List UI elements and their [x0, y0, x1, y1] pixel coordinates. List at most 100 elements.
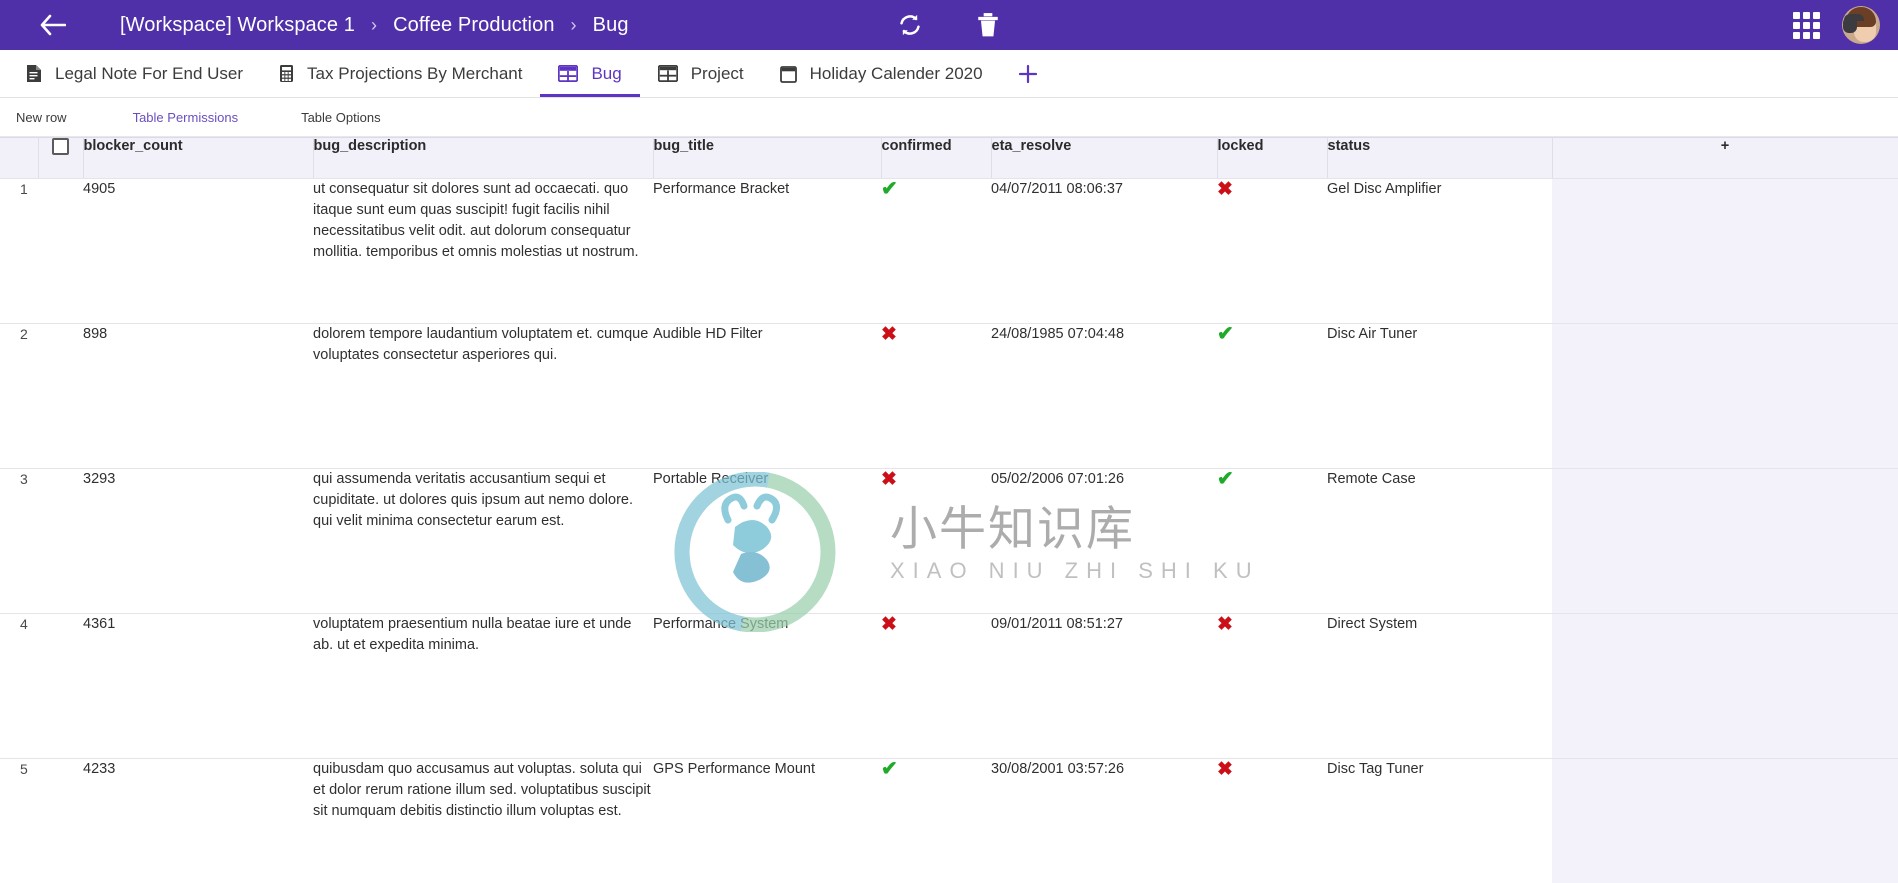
- cell-row-tail: [1552, 323, 1898, 469]
- refresh-icon: [900, 14, 920, 36]
- row-select-cell[interactable]: [38, 758, 83, 883]
- table-row[interactable]: 4 4361 voluptatem praesentium nulla beatae…: [0, 613, 1898, 759]
- row-number: 5: [0, 758, 38, 883]
- column-header-blocker-count[interactable]: blocker_count: [83, 137, 314, 179]
- row-number: 4: [0, 613, 38, 759]
- row-select-cell[interactable]: [38, 468, 83, 614]
- tab-holiday-calender-2020[interactable]: Holiday Calender 2020: [762, 50, 1001, 97]
- delete-button[interactable]: [971, 8, 1005, 42]
- refresh-button[interactable]: [893, 8, 927, 42]
- cell-status[interactable]: Disc Air Tuner: [1327, 323, 1552, 469]
- cell-confirmed[interactable]: ✖: [881, 468, 991, 614]
- breadcrumb: [Workspace] Workspace 1 › Coffee Product…: [120, 14, 629, 37]
- breadcrumb-item-project[interactable]: Coffee Production: [393, 14, 554, 37]
- cell-status[interactable]: Gel Disc Amplifier: [1327, 178, 1552, 324]
- table-permissions-button[interactable]: Table Permissions: [133, 110, 239, 125]
- cell-confirmed[interactable]: ✖: [881, 613, 991, 759]
- breadcrumb-item-table[interactable]: Bug: [593, 14, 629, 37]
- document-icon: [26, 64, 42, 83]
- table-row[interactable]: 1 4905 ut consequatur sit dolores sunt ad …: [0, 178, 1898, 324]
- row-number: 3: [0, 468, 38, 614]
- row-select-cell[interactable]: [38, 323, 83, 469]
- cell-blocker-count[interactable]: 4361: [83, 613, 313, 759]
- cell-locked[interactable]: ✔: [1217, 323, 1327, 469]
- tab-project[interactable]: Project: [640, 50, 762, 97]
- check-icon: ✔: [1217, 323, 1234, 345]
- cell-status[interactable]: Remote Case: [1327, 468, 1552, 614]
- column-header-bug-description[interactable]: bug_description: [313, 137, 654, 179]
- cell-locked[interactable]: ✖: [1217, 758, 1327, 883]
- cell-status[interactable]: Direct System: [1327, 613, 1552, 759]
- back-button[interactable]: [30, 2, 76, 48]
- data-grid: blocker_count bug_description bug_title …: [0, 137, 1898, 883]
- cross-icon: ✖: [881, 469, 897, 490]
- cell-bug-description[interactable]: qui assumenda veritatis accusantium sequ…: [313, 468, 653, 614]
- cell-confirmed[interactable]: ✔: [881, 178, 991, 324]
- arrow-left-icon: [40, 14, 66, 36]
- cell-blocker-count[interactable]: 3293: [83, 468, 313, 614]
- tab-bug[interactable]: Bug: [540, 50, 640, 97]
- table-tab-bar: Legal Note For End User Tax Projections …: [0, 50, 1898, 98]
- select-all-header[interactable]: [38, 137, 84, 179]
- cell-bug-title[interactable]: Performance Bracket: [653, 178, 881, 324]
- column-header-locked[interactable]: locked: [1217, 137, 1328, 179]
- tab-label: Bug: [591, 63, 622, 83]
- column-header-confirmed[interactable]: confirmed: [881, 137, 992, 179]
- cell-blocker-count[interactable]: 898: [83, 323, 313, 469]
- cell-row-tail: [1552, 178, 1898, 324]
- column-header-status[interactable]: status: [1327, 137, 1553, 179]
- cell-bug-title[interactable]: GPS Performance Mount: [653, 758, 881, 883]
- add-column-button[interactable]: +: [1552, 137, 1898, 179]
- avatar-headphones-cup: [1843, 17, 1857, 33]
- cell-eta-resolve[interactable]: 09/01/2011 08:51:27: [991, 613, 1217, 759]
- table-row[interactable]: 5 4233 quibusdam quo accusamus aut volupta…: [0, 758, 1898, 883]
- row-select-cell[interactable]: [38, 178, 83, 324]
- column-header-eta-resolve[interactable]: eta_resolve: [991, 137, 1218, 179]
- row-select-cell[interactable]: [38, 613, 83, 759]
- cell-bug-title[interactable]: Portable Receiver: [653, 468, 881, 614]
- cell-bug-description[interactable]: ut consequatur sit dolores sunt ad occae…: [313, 178, 653, 324]
- tab-label: Holiday Calender 2020: [809, 63, 983, 83]
- cell-bug-title[interactable]: Audible HD Filter: [653, 323, 881, 469]
- cell-row-tail: [1552, 758, 1898, 883]
- row-number: 1: [0, 178, 38, 324]
- cell-confirmed[interactable]: ✖: [881, 323, 991, 469]
- cell-locked[interactable]: ✖: [1217, 178, 1327, 324]
- cell-eta-resolve[interactable]: 04/07/2011 08:06:37: [991, 178, 1217, 324]
- cell-bug-description[interactable]: quibusdam quo accusamus aut voluptas. so…: [313, 758, 653, 883]
- tab-label: Project: [690, 63, 744, 83]
- cell-row-tail: [1552, 468, 1898, 614]
- cell-locked[interactable]: ✔: [1217, 468, 1327, 614]
- tab-label: Legal Note For End User: [55, 63, 244, 83]
- apps-grid-icon[interactable]: [1793, 11, 1820, 39]
- breadcrumb-item-workspace[interactable]: [Workspace] Workspace 1: [120, 14, 355, 37]
- cell-status[interactable]: Disc Tag Tuner: [1327, 758, 1552, 883]
- cell-blocker-count[interactable]: 4905: [83, 178, 313, 324]
- breadcrumb-separator: ›: [371, 14, 378, 35]
- avatar[interactable]: [1842, 6, 1880, 44]
- select-all-checkbox[interactable]: [52, 138, 69, 155]
- cell-eta-resolve[interactable]: 30/08/2001 03:57:26: [991, 758, 1217, 883]
- cross-icon: ✖: [881, 614, 897, 635]
- grid-header: blocker_count bug_description bug_title …: [0, 137, 1898, 179]
- table-options-button[interactable]: Table Options: [301, 110, 381, 125]
- new-row-button[interactable]: New row: [16, 110, 67, 125]
- add-tab-button[interactable]: [1001, 50, 1055, 97]
- table-row[interactable]: 3 3293 qui assumenda veritatis accusantium…: [0, 468, 1898, 614]
- plus-icon: [1018, 64, 1037, 83]
- column-header-bug-title[interactable]: bug_title: [653, 137, 882, 179]
- cell-confirmed[interactable]: ✔: [881, 758, 991, 883]
- tab-tax-projections-by-merchant[interactable]: Tax Projections By Merchant: [261, 50, 540, 97]
- cell-locked[interactable]: ✖: [1217, 613, 1327, 759]
- cross-icon: ✖: [881, 324, 897, 345]
- cell-bug-description[interactable]: dolorem tempore laudantium voluptatem et…: [313, 323, 653, 469]
- table-toolbar: New row Table Permissions Table Options: [0, 98, 1898, 137]
- cell-eta-resolve[interactable]: 24/08/1985 07:04:48: [991, 323, 1217, 469]
- table-row[interactable]: 2 898 dolorem tempore laudantium voluptate…: [0, 323, 1898, 469]
- tab-legal-note-for-end-user[interactable]: Legal Note For End User: [8, 50, 261, 97]
- cell-bug-title[interactable]: Performance System: [653, 613, 881, 759]
- cell-row-tail: [1552, 613, 1898, 759]
- cell-blocker-count[interactable]: 4233: [83, 758, 313, 883]
- cell-eta-resolve[interactable]: 05/02/2006 07:01:26: [991, 468, 1217, 614]
- cell-bug-description[interactable]: voluptatem praesentium nulla beatae iure…: [313, 613, 653, 759]
